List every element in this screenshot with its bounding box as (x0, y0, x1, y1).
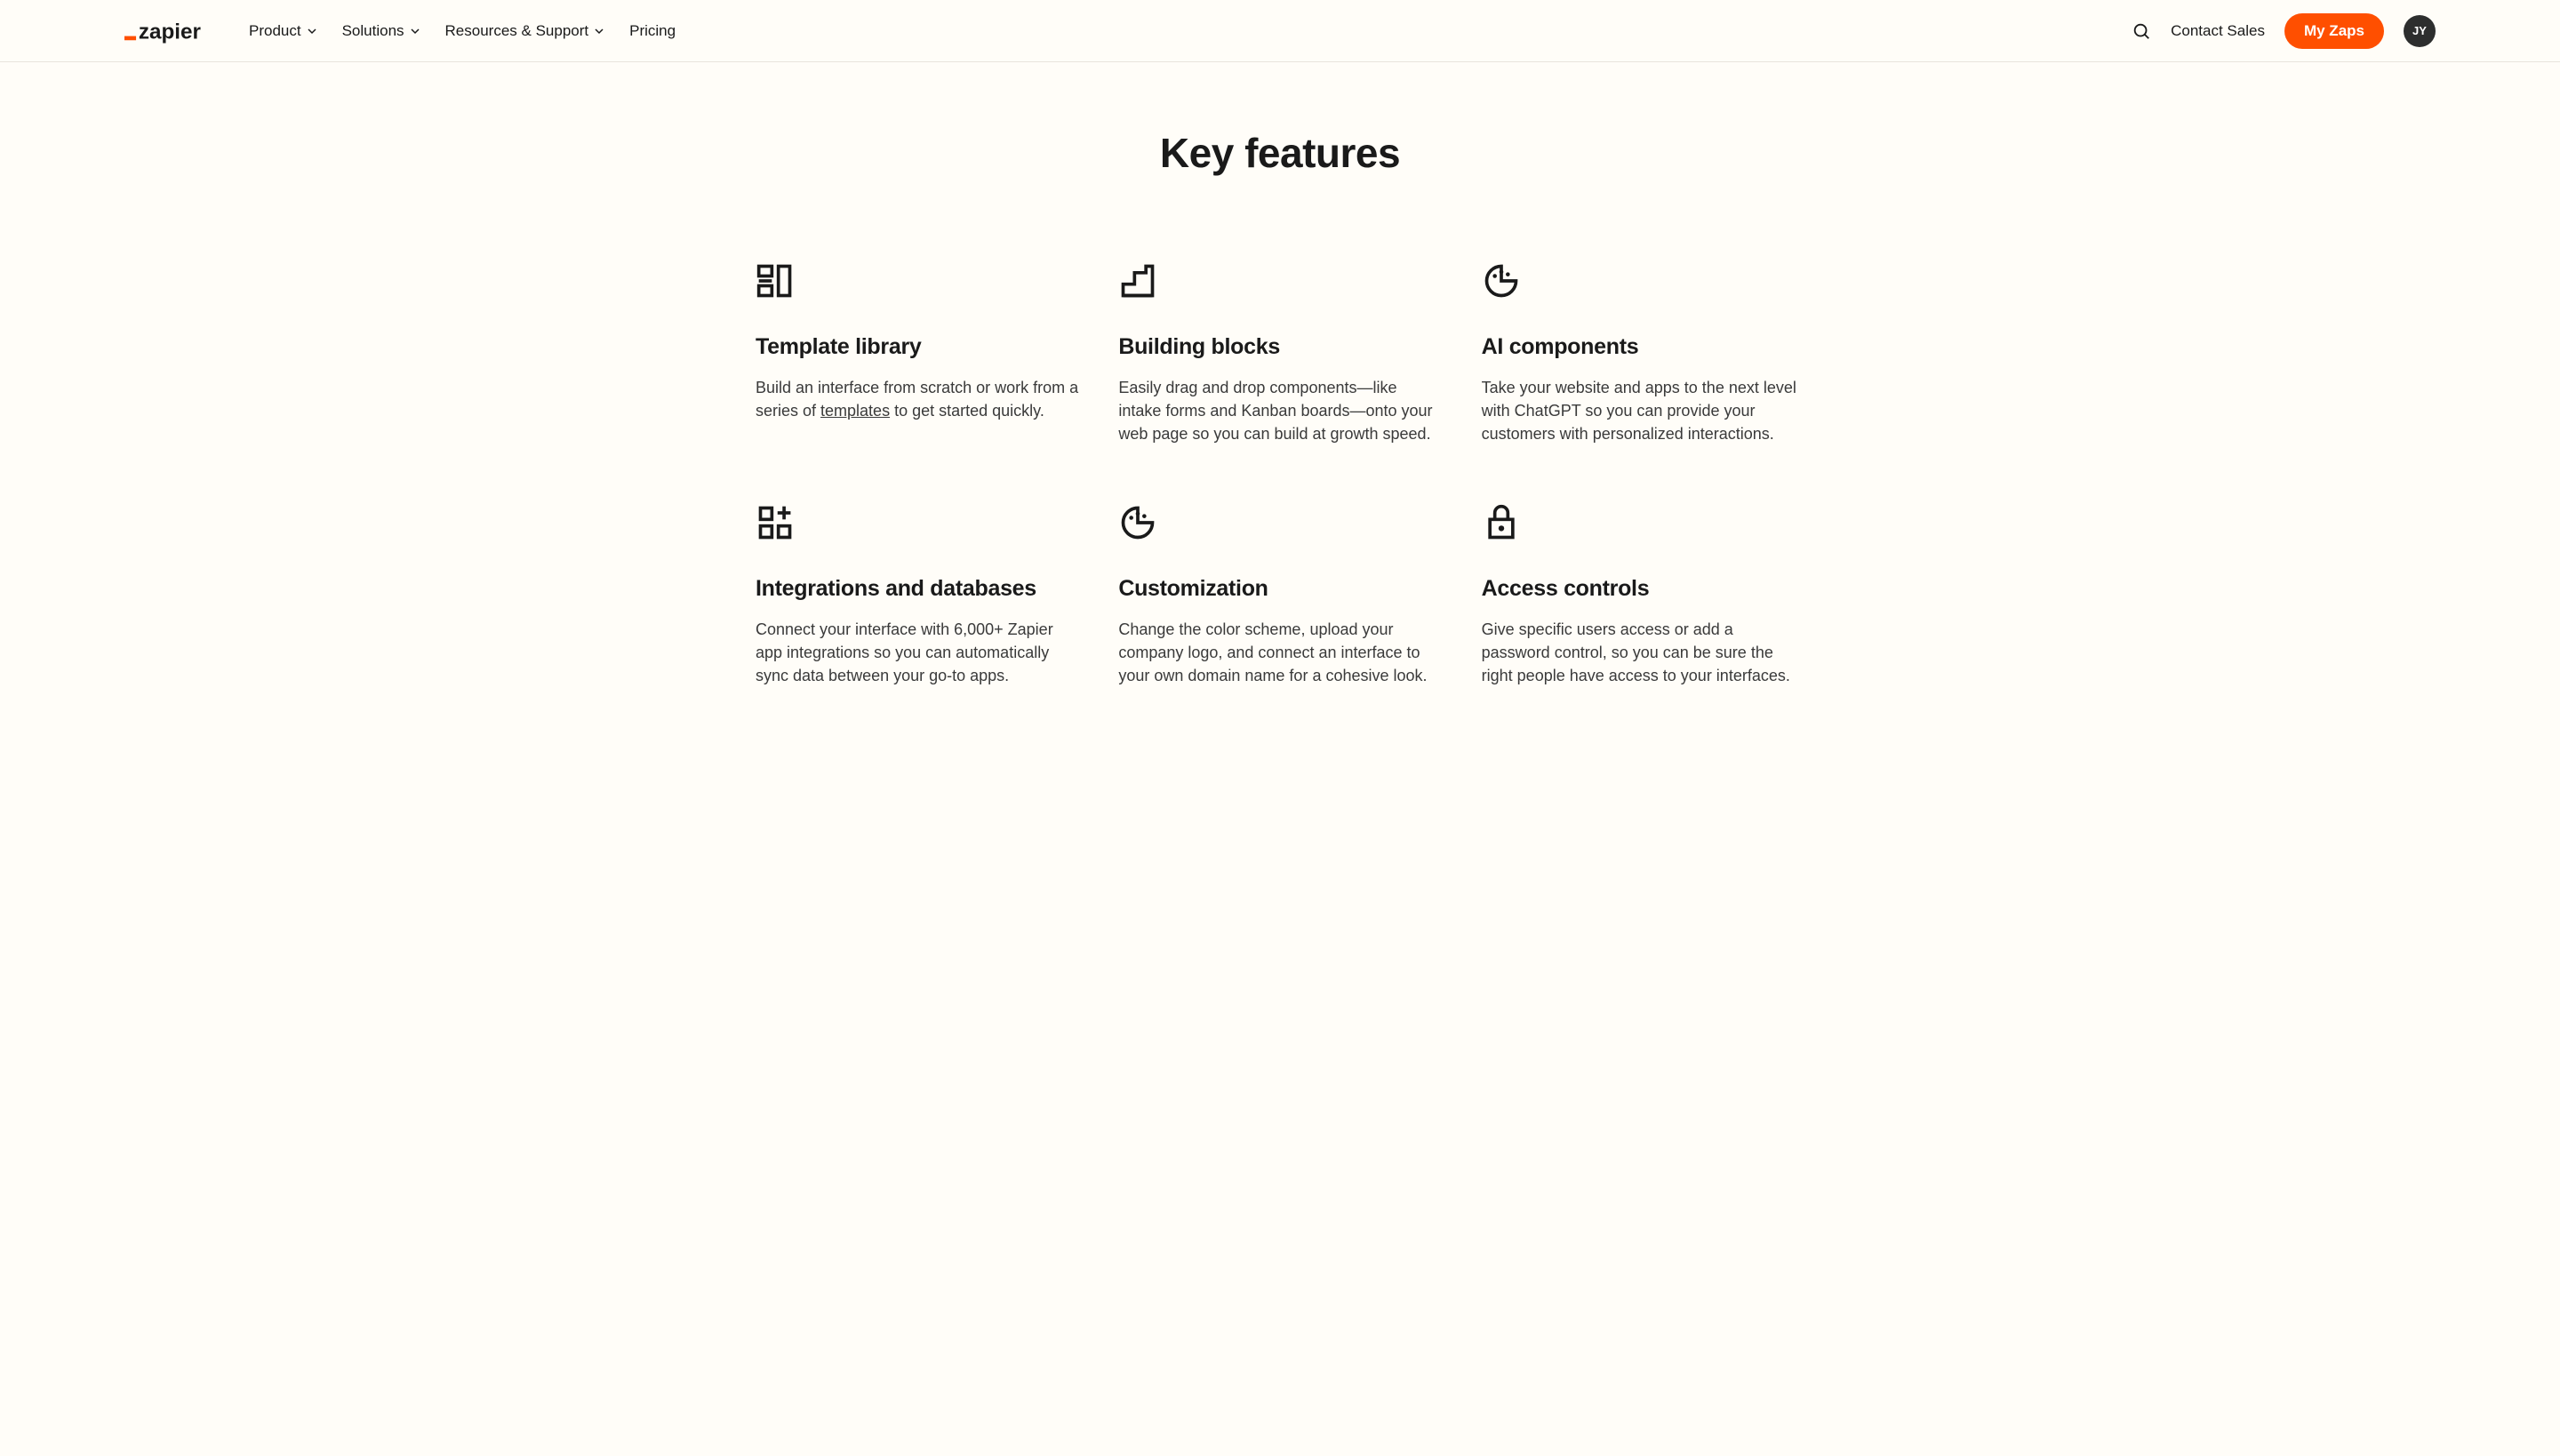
main-nav: Product Solutions Resources & Support Pr… (249, 22, 676, 40)
feature-desc: Change the color scheme, upload your com… (1118, 618, 1441, 687)
feature-access-controls: Access controls Give specific users acce… (1482, 503, 1804, 687)
customization-icon (1118, 503, 1157, 542)
ai-components-icon (1482, 261, 1521, 300)
avatar[interactable]: JY (2404, 15, 2436, 47)
header-right: Contact Sales My Zaps JY (2132, 13, 2436, 49)
nav-product[interactable]: Product (249, 22, 317, 40)
svg-text:zapier: zapier (139, 20, 202, 44)
feature-title: Integrations and databases (756, 576, 1078, 602)
header-left: zapier Product Solutions Resources & Sup… (124, 19, 676, 44)
search-icon[interactable] (2132, 21, 2151, 41)
feature-building-blocks: Building blocks Easily drag and drop com… (1118, 261, 1441, 445)
nav-resources[interactable]: Resources & Support (445, 22, 605, 40)
chevron-down-icon (594, 26, 604, 36)
feature-desc: Build an interface from scratch or work … (756, 376, 1078, 422)
features-grid: Template library Build an interface from… (756, 261, 1804, 688)
feature-ai-components: AI components Take your website and apps… (1482, 261, 1804, 445)
feature-desc: Take your website and apps to the next l… (1482, 376, 1804, 445)
feature-desc: Give specific users access or add a pass… (1482, 618, 1804, 687)
feature-customization: Customization Change the color scheme, u… (1118, 503, 1441, 687)
feature-title: Access controls (1482, 576, 1804, 602)
feature-title: Building blocks (1118, 334, 1441, 360)
chevron-down-icon (410, 26, 420, 36)
nav-pricing-label: Pricing (629, 22, 676, 40)
access-controls-icon (1482, 503, 1521, 542)
nav-pricing[interactable]: Pricing (629, 22, 676, 40)
nav-solutions-label: Solutions (342, 22, 404, 40)
templates-link[interactable]: templates (820, 402, 890, 420)
feature-title: Customization (1118, 576, 1441, 602)
nav-solutions[interactable]: Solutions (342, 22, 420, 40)
section-title: Key features (124, 129, 2436, 177)
feature-integrations: Integrations and databases Connect your … (756, 503, 1078, 687)
nav-product-label: Product (249, 22, 301, 40)
building-blocks-icon (1118, 261, 1157, 300)
main-content: Key features Template library Build an i… (0, 62, 2560, 741)
feature-title: Template library (756, 334, 1078, 360)
template-library-icon (756, 261, 795, 300)
zapier-logo[interactable]: zapier (124, 19, 224, 44)
feature-template-library: Template library Build an interface from… (756, 261, 1078, 445)
my-zaps-button[interactable]: My Zaps (2284, 13, 2384, 49)
contact-sales-link[interactable]: Contact Sales (2171, 22, 2265, 40)
feature-title: AI components (1482, 334, 1804, 360)
nav-resources-label: Resources & Support (445, 22, 589, 40)
feature-desc: Easily drag and drop components—like int… (1118, 376, 1441, 445)
feature-desc: Connect your interface with 6,000+ Zapie… (756, 618, 1078, 687)
chevron-down-icon (307, 26, 317, 36)
site-header: zapier Product Solutions Resources & Sup… (0, 0, 2560, 62)
integrations-icon (756, 503, 795, 542)
